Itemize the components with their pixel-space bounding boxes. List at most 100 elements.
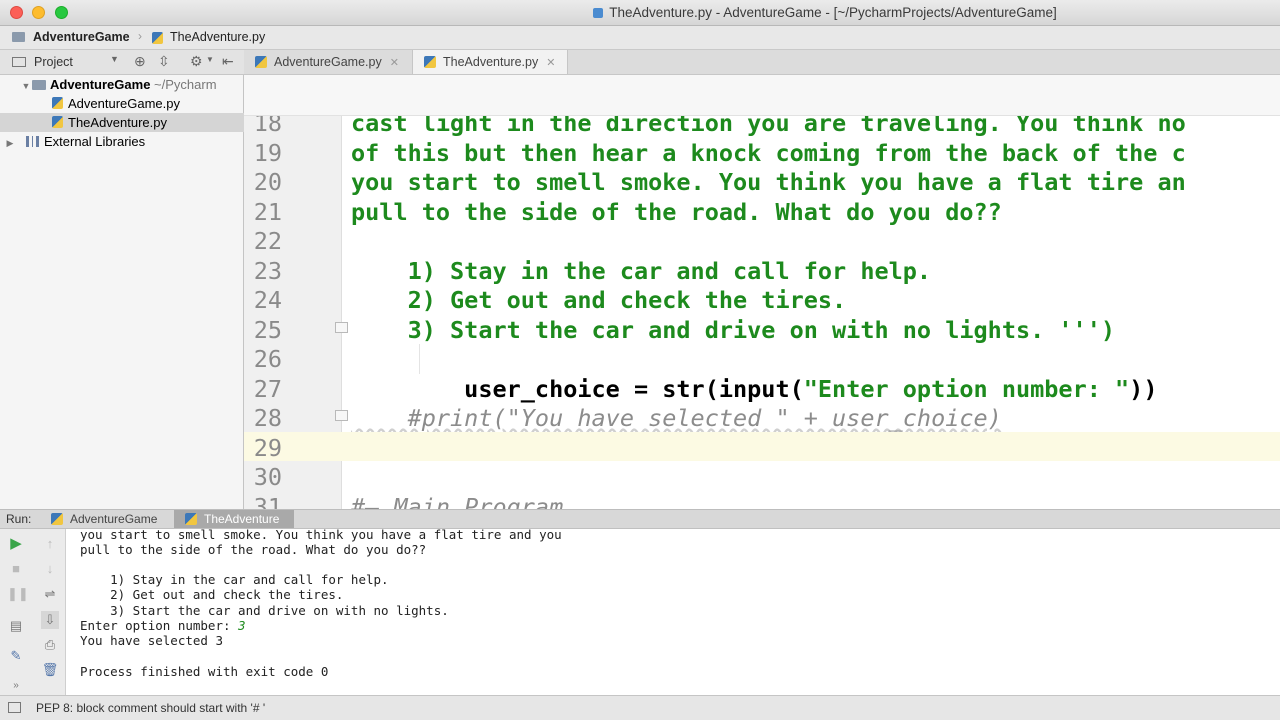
console-line: you start to smell smoke. You think you … [80, 529, 562, 542]
python-run-icon [51, 513, 63, 525]
code-line[interactable]: 24 2) Get out and check the tires. [244, 284, 1280, 314]
tree-item-label: AdventureGame.py [68, 96, 181, 111]
code-line[interactable]: 19 of this but then hear a knock coming f… [244, 137, 1280, 167]
python-file-icon [52, 97, 63, 109]
console-line: You have selected 3 [80, 633, 223, 648]
expand-arrow-icon[interactable]: ▼ [20, 77, 32, 94]
soft-wrap-icon[interactable]: ⇌ [41, 585, 59, 603]
code-token: user_choice = str(input( [351, 374, 804, 403]
code-line[interactable]: 31 #— Main Program [244, 491, 1280, 510]
code-line[interactable]: 30 [244, 461, 1280, 491]
restore-layout-icon[interactable]: ▤ [7, 617, 25, 635]
tree-item-label: External Libraries [44, 134, 146, 149]
clear-all-trash-icon[interactable]: 🗑 [41, 661, 59, 679]
breadcrumb-project[interactable]: AdventureGame [33, 30, 130, 44]
folder-icon [32, 80, 46, 90]
navigation-bar: AdventureGame › TheAdventure.py [0, 26, 1280, 50]
project-view-icon [12, 57, 26, 67]
code-line[interactable]: 23 1) Stay in the car and call for help. [244, 255, 1280, 285]
run-tool-window-header: Run: AdventureGame TheAdventure [0, 509, 1280, 529]
code-string-token: "Enter option number: " [803, 374, 1130, 403]
tree-item-adventuregame-py[interactable]: AdventureGame.py [0, 94, 244, 113]
line-number: 25 [253, 315, 282, 344]
code-line[interactable]: 28 #print("You have selected " + user_ch… [244, 402, 1280, 432]
tree-item-label: AdventureGame [50, 77, 151, 92]
fold-marker-icon[interactable] [335, 410, 348, 421]
line-number: 22 [253, 227, 282, 255]
folder-icon [12, 32, 25, 42]
code-line[interactable]: 20 you start to smell smoke. You think yo… [244, 166, 1280, 196]
tree-item-theadventure-py[interactable]: TheAdventure.py [0, 113, 244, 132]
tree-item-adventuregame-folder[interactable]: ▼ AdventureGame ~/Pycharm [0, 75, 244, 94]
print-icon[interactable]: ⎙ [41, 636, 59, 654]
pycharm-file-icon [593, 8, 604, 18]
fold-marker-icon[interactable] [335, 322, 348, 333]
code-line[interactable]: 25 3) Start the car and drive on with no… [244, 314, 1280, 344]
run-panel-label: Run: [6, 512, 32, 526]
settings-dropdown-icon[interactable]: ▼ [206, 55, 214, 64]
line-number: 21 [253, 197, 282, 226]
line-number: 24 [253, 286, 282, 314]
rerun-play-icon[interactable]: ▶ [7, 535, 25, 553]
run-tab-label: TheAdventure [204, 512, 280, 526]
collapse-arrow-icon[interactable]: ▶ [4, 134, 16, 151]
code-text: pull to the side of the road. What do yo… [351, 197, 1002, 226]
title-bar: TheAdventure.py - AdventureGame - [~/Pyc… [0, 0, 1280, 26]
pause-icon[interactable]: ❚❚ [7, 585, 29, 603]
line-number: 20 [253, 168, 282, 196]
tab-adventuregame-py[interactable]: AdventureGame.py ✕ [244, 50, 412, 74]
python-file-icon [255, 56, 267, 68]
run-tab-adventuregame[interactable]: AdventureGame [40, 510, 174, 528]
tool-windows-icon[interactable] [8, 702, 21, 713]
scroll-down-icon[interactable]: ↓ [41, 560, 59, 578]
collapse-all-icon[interactable]: ⇳ [158, 53, 170, 70]
tree-item-label: TheAdventure.py [68, 115, 168, 130]
tree-item-external-libraries[interactable]: ▶ External Libraries [0, 132, 244, 151]
close-tab-icon[interactable]: ✕ [546, 57, 555, 69]
window-title-text: TheAdventure.py - AdventureGame - [~/Pyc… [609, 5, 1057, 20]
code-editor[interactable]: 18 cast light in the direction you are tr… [244, 116, 1280, 509]
code-line[interactable]: 26 [244, 343, 1280, 373]
scroll-up-icon[interactable]: ↑ [41, 535, 59, 553]
run-console[interactable]: you start to smell smoke. You think you … [66, 529, 1280, 695]
project-panel-label[interactable]: Project [34, 55, 73, 69]
console-line: 3) Start the car and drive on with no li… [80, 603, 449, 618]
settings-gear-icon[interactable]: ⚙ [190, 53, 203, 70]
code-line[interactable]: 21 pull to the side of the road. What do … [244, 196, 1280, 226]
code-line[interactable]: 18 cast light in the direction you are tr… [244, 116, 1280, 137]
run-tab-theadventure[interactable]: TheAdventure [174, 510, 294, 528]
line-number: 26 [253, 345, 282, 373]
sync-icon[interactable]: ⊕ [134, 53, 146, 70]
console-line: Process finished with exit code 0 [80, 664, 329, 679]
python-file-icon [52, 116, 63, 128]
breadcrumb-file[interactable]: TheAdventure.py [170, 30, 265, 44]
console-prompt-label: Enter option number: [80, 618, 239, 633]
indent-guide [419, 344, 420, 374]
stop-icon[interactable]: ■ [7, 560, 25, 578]
dropdown-arrow-icon[interactable]: ▼ [110, 54, 119, 64]
tree-item-path: ~/Pycharm [154, 77, 217, 92]
pin-icon[interactable]: ✎ [7, 647, 25, 665]
code-text: you start to smell smoke. You think you … [351, 168, 1186, 196]
line-number: 23 [253, 256, 282, 285]
tab-label: AdventureGame.py [274, 55, 382, 69]
line-number: 31 [253, 492, 282, 510]
more-icon[interactable]: » [7, 677, 25, 695]
code-line[interactable]: 27 user_choice = str(input("Enter option… [244, 373, 1280, 403]
code-text: 1) Stay in the car and call for help. [351, 256, 932, 285]
code-text: 2) Get out and check the tires. [351, 286, 847, 314]
python-file-icon [424, 56, 436, 68]
python-file-icon [152, 32, 163, 44]
close-tab-icon[interactable]: ✕ [390, 57, 399, 69]
code-text: of this but then hear a knock coming fro… [351, 138, 1186, 167]
editor-tab-bar: AdventureGame.py ✕ TheAdventure.py ✕ [244, 50, 1280, 75]
hide-panel-icon[interactable]: ⇤ [222, 53, 234, 70]
run-tab-label: AdventureGame [70, 512, 158, 526]
code-line-current[interactable]: 29 [244, 431, 1280, 462]
line-number: 29 [253, 433, 282, 462]
console-input-line: Enter option number: 3 [80, 618, 246, 633]
scroll-to-end-icon[interactable]: ⇩ [41, 611, 59, 629]
tab-theadventure-py[interactable]: TheAdventure.py ✕ [412, 50, 568, 74]
code-text: cast light in the direction you are trav… [351, 116, 1186, 137]
code-line[interactable]: 22 [244, 225, 1280, 255]
